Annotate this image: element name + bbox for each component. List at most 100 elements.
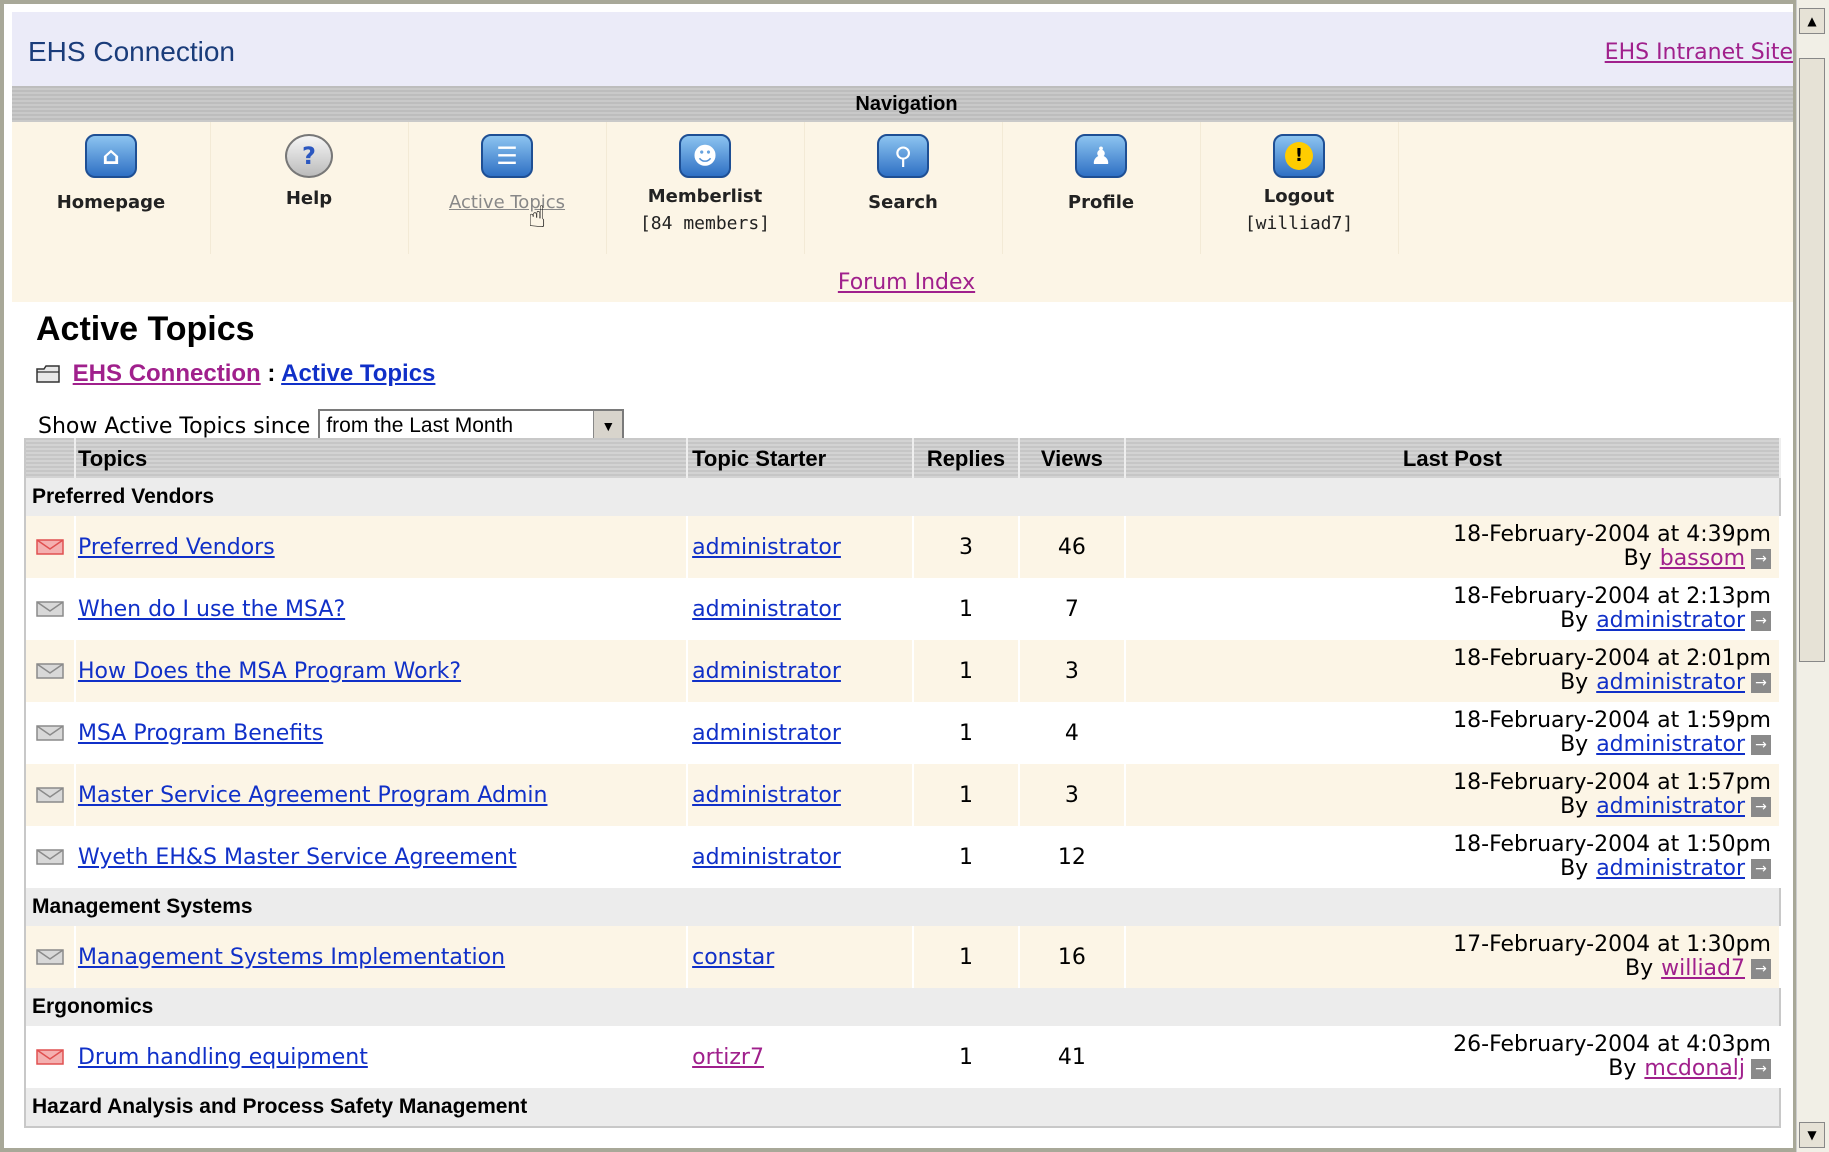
topic-link[interactable]: Management Systems Implementation [78,945,505,970]
go-to-last-post-icon[interactable]: → [1751,859,1771,879]
new-post-envelope-icon [36,1049,64,1065]
last-post-cell: 18-February-2004 at 2:01pm By administrato… [1124,640,1782,702]
last-post-user-link[interactable]: administrator [1596,732,1745,757]
go-to-last-post-icon[interactable]: → [1751,1059,1771,1079]
topic-link[interactable]: Master Service Agreement Program Admin [78,783,548,808]
last-post-user-link[interactable]: administrator [1596,670,1745,695]
nav-logout[interactable]: ! Logout [williad7] [1200,122,1399,254]
nav-search-label: Search [868,192,938,213]
last-post-user-link[interactable]: administrator [1596,794,1745,819]
last-post-cell: 18-February-2004 at 4:39pm By bassom → [1124,516,1782,578]
nav-profile[interactable]: ♟ Profile [1002,122,1201,254]
last-post-date: 18-February-2004 at 4:39pm [1453,522,1771,547]
topic-starter-link[interactable]: administrator [692,597,841,622]
topic-cell: Drum handling equipment [74,1026,689,1088]
breadcrumb-current-link[interactable]: Active Topics [281,360,435,387]
topic-link[interactable]: Wyeth EH&S Master Service Agreement [78,845,517,870]
last-post-cell: 18-February-2004 at 2:13pm By administrato… [1124,578,1782,640]
last-post-user-link[interactable]: williad7 [1661,956,1745,981]
navigation-heading: Navigation [12,86,1793,122]
replies-count: 1 [912,826,1020,888]
category-name: Preferred Vendors [25,478,1780,516]
envelope-icon [36,849,64,865]
intranet-site-link[interactable]: EHS Intranet Site [1605,40,1793,65]
profile-icon: ♟ [1075,134,1127,178]
starter-cell: administrator [687,640,914,702]
scroll-thumb[interactable] [1799,58,1825,662]
by-label: By [1560,732,1589,757]
last-post-user-link[interactable]: administrator [1596,608,1745,633]
browser-window: EHS Connection EHS Intranet Site Navigat… [0,0,1797,1152]
topic-starter-link[interactable]: constar [692,945,774,970]
topic-starter-link[interactable]: administrator [692,783,841,808]
nav-memberlist[interactable]: ☻ Memberlist [84 members] [606,122,805,254]
by-label: By [1560,670,1589,695]
topic-starter-link[interactable]: ortizr7 [692,1045,764,1070]
go-to-last-post-icon[interactable]: → [1751,959,1771,979]
replies-count: 1 [912,926,1020,988]
topic-starter-link[interactable]: administrator [692,659,841,684]
forum-index-link[interactable]: Forum Index [12,270,1793,295]
category-row: Ergonomics [25,988,1780,1026]
scroll-up-button[interactable]: ▲ [1799,8,1825,34]
starter-cell: administrator [687,516,914,578]
views-count: 12 [1018,826,1126,888]
nav-active-topics[interactable]: ☰ Active Topics [408,122,607,254]
last-post-user-link[interactable]: bassom [1660,546,1745,571]
logged-in-user: [williad7] [1244,213,1354,234]
topic-link[interactable]: How Does the MSA Program Work? [78,659,461,684]
starter-cell: constar [687,926,914,988]
last-post-author: By mcdonalj → [1126,1057,1771,1081]
replies-count: 1 [912,578,1020,640]
nav-search[interactable]: ⚲ Search [804,122,1003,254]
topic-link[interactable]: When do I use the MSA? [78,597,345,622]
navigation-bar: ⌂ Homepage ? Help ☰ Active Topics ☻ Memb… [12,122,1793,302]
last-post-author: By administrator → [1126,857,1771,881]
topic-link[interactable]: Preferred Vendors [78,535,275,560]
category-row: Preferred Vendors [25,478,1780,516]
envelope-icon [36,787,64,803]
go-to-last-post-icon[interactable]: → [1751,797,1771,817]
nav-homepage[interactable]: ⌂ Homepage [12,122,211,254]
topic-cell: Management Systems Implementation [74,926,689,988]
last-post-user-link[interactable]: administrator [1596,856,1745,881]
category-name: Ergonomics [25,988,1780,1026]
topic-link[interactable]: MSA Program Benefits [78,721,323,746]
active-topics-table: Topics Topic Starter Replies Views Last … [24,438,1782,1128]
last-post-cell: 26-February-2004 at 4:03pm By mcdonalj → [1124,1026,1782,1088]
nav-active-topics-label: Active Topics [448,192,566,213]
go-to-last-post-icon[interactable]: → [1751,673,1771,693]
vertical-scrollbar[interactable]: ▲ ▼ [1796,0,1829,1152]
topic-starter-link[interactable]: administrator [692,535,841,560]
nav-profile-label: Profile [1067,192,1135,213]
scroll-down-button[interactable]: ▼ [1799,1122,1825,1148]
page-title: Active Topics [36,310,255,348]
last-post-author: By administrator → [1126,795,1771,819]
topic-link[interactable]: Drum handling equipment [78,1045,368,1070]
breadcrumb-root-link[interactable]: EHS Connection [73,360,261,387]
table-row: Wyeth EH&S Master Service Agreement admin… [25,826,1782,888]
topic-starter-link[interactable]: administrator [692,845,841,870]
last-post-date: 18-February-2004 at 1:57pm [1453,770,1771,795]
topic-status-cell [25,640,76,702]
table-row: Master Service Agreement Program Admin ad… [25,764,1782,826]
chevron-down-icon[interactable]: ▼ [593,411,623,441]
topic-cell: How Does the MSA Program Work? [74,640,689,702]
logout-icon: ! [1273,134,1325,178]
last-post-cell: 18-February-2004 at 1:50pm By administrato… [1124,826,1782,888]
topic-starter-link[interactable]: administrator [692,721,841,746]
go-to-last-post-icon[interactable]: → [1751,611,1771,631]
nav-help[interactable]: ? Help [210,122,409,254]
go-to-last-post-icon[interactable]: → [1751,549,1771,569]
header-last-post: Last Post [1124,439,1782,478]
last-post-user-link[interactable]: mcdonalj [1644,1056,1745,1081]
breadcrumb: EHS Connection : Active Topics [36,360,1793,400]
category-row: Hazard Analysis and Process Safety Manag… [25,1088,1780,1127]
by-label: By [1560,794,1589,819]
search-icon: ⚲ [877,134,929,178]
go-to-last-post-icon[interactable]: → [1751,735,1771,755]
by-label: By [1623,546,1652,571]
by-label: By [1560,856,1589,881]
last-post-date: 18-February-2004 at 2:01pm [1453,646,1771,671]
nav-help-label: Help [285,188,333,209]
